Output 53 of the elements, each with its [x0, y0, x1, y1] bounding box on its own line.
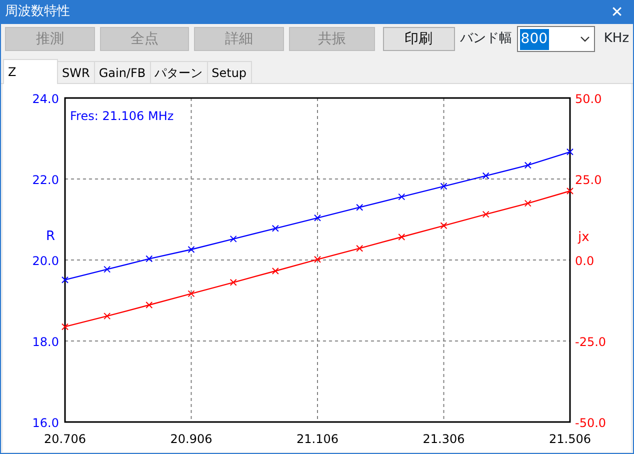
point-marker: [188, 246, 195, 253]
point-marker: [314, 214, 321, 222]
annotation: Fres: 21.106 MHz: [70, 109, 174, 123]
point-marker: [272, 268, 279, 275]
y-axis-label: R: [46, 229, 55, 244]
point-marker: [314, 256, 321, 263]
point-marker: [356, 204, 364, 211]
y-tick-label: 18.0: [32, 335, 59, 349]
y-axis-label: jx: [578, 230, 590, 245]
point-marker: [398, 234, 406, 240]
y-tick-label: 25.0: [575, 173, 602, 187]
x-tick-label: 20.906: [170, 432, 212, 446]
band-width-dropdown[interactable]: 800: [516, 26, 595, 52]
point-marker: [356, 244, 364, 252]
close-button[interactable]: ✕: [600, 0, 634, 24]
chevron-down-icon: [580, 36, 590, 42]
x-tick-label: 21.506: [549, 432, 591, 446]
x-tick-label: 21.106: [296, 432, 338, 446]
point-marker: [104, 266, 111, 273]
point-marker: [230, 235, 237, 242]
y-tick-label: 50.0: [575, 92, 602, 106]
point-marker: [146, 255, 153, 262]
toolbar-button[interactable]: 印刷: [382, 27, 455, 51]
y-tick-label: 16.0: [32, 416, 59, 430]
y-tick-label: 24.0: [32, 92, 59, 106]
point-marker: [482, 210, 490, 218]
y-tick-label: -25.0: [575, 335, 606, 349]
point-marker: [566, 148, 574, 156]
band-width-label: バンド幅: [460, 30, 512, 48]
y-tick-label: -50.0: [575, 416, 606, 430]
point-marker: [62, 276, 68, 284]
point-marker: [62, 323, 68, 330]
tab[interactable]: Z: [3, 59, 58, 84]
y-tick-label: 20.0: [32, 254, 59, 268]
point-marker: [440, 182, 448, 190]
point-marker: [104, 312, 111, 320]
y-tick-label: 0.0: [575, 254, 594, 268]
point-marker: [524, 162, 532, 169]
point-marker: [272, 224, 279, 232]
point-marker: [398, 193, 406, 200]
x-tick-label: 21.306: [422, 432, 465, 446]
x-tick-label: 20.706: [44, 432, 86, 446]
point-marker: [230, 278, 237, 286]
point-marker: [482, 172, 490, 180]
point-marker: [566, 188, 574, 194]
point-marker: [524, 200, 532, 207]
y-tick-label: 22.0: [32, 173, 59, 187]
point-marker: [146, 302, 153, 309]
window-title: 周波数特性: [5, 3, 70, 22]
point-marker: [188, 290, 195, 298]
unit-label: KHz: [604, 30, 630, 48]
point-marker: [440, 222, 448, 230]
tab[interactable]: Setup: [206, 61, 252, 83]
